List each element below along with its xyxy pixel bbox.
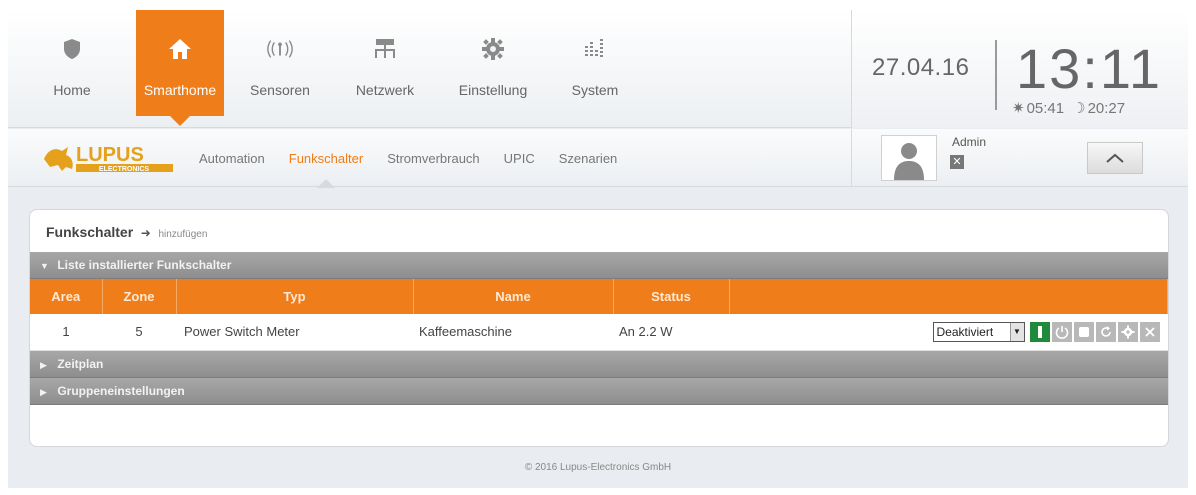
sunrise-time: 05:41 bbox=[1026, 99, 1065, 117]
cell-actions: Deaktiviert ▼ bbox=[729, 314, 1168, 351]
section-group[interactable]: ▶ Gruppeneinstellungen bbox=[30, 377, 1168, 405]
clock-separator bbox=[995, 40, 997, 110]
nav-system[interactable]: System bbox=[552, 10, 638, 116]
nav-home[interactable]: Home bbox=[8, 10, 136, 116]
cell-typ: Power Switch Meter bbox=[176, 314, 413, 351]
switch-off-button[interactable] bbox=[1051, 321, 1072, 342]
lupus-logo[interactable]: LUPUS ELECTRONICS bbox=[42, 139, 177, 177]
chevron-up-icon bbox=[1106, 153, 1124, 163]
schedule-button[interactable] bbox=[1073, 321, 1094, 342]
user-bar: Admin ✕ bbox=[851, 129, 1188, 187]
section-list-label: Liste installierter Funkschalter bbox=[57, 258, 232, 272]
triangle-right-icon: ▶ bbox=[40, 386, 47, 397]
table-header-row: Area Zone Typ Name Status bbox=[30, 279, 1168, 314]
add-link[interactable]: hinzufügen bbox=[158, 229, 207, 240]
top-bar: Home Smarthome Sensoren Netzwerk Einstel… bbox=[8, 10, 1188, 128]
section-group-label: Gruppeneinstellungen bbox=[57, 383, 185, 398]
collapse-button[interactable] bbox=[1087, 142, 1143, 174]
network-icon bbox=[371, 34, 399, 64]
sunrise: ✷ 05:41 bbox=[1012, 99, 1065, 118]
nav-home-label: Home bbox=[53, 82, 91, 98]
nav-sensoren-label: Sensoren bbox=[250, 82, 310, 98]
settings-button[interactable] bbox=[1117, 321, 1138, 342]
arrow-right-icon: ➜ bbox=[140, 226, 151, 240]
main-panel: Funkschalter ➜ hinzufügen ▼ Liste instal… bbox=[29, 209, 1169, 447]
sub-nav: Automation Funkschalter Stromverbrauch U… bbox=[199, 151, 641, 188]
sunset-time: 20:27 bbox=[1087, 99, 1126, 117]
logo-text: LUPUS bbox=[76, 144, 144, 166]
main-nav: Home Smarthome Sensoren Netzwerk Einstel… bbox=[8, 10, 638, 128]
bar-chart-icon bbox=[581, 34, 609, 64]
current-time: 13:11 bbox=[1016, 37, 1162, 100]
switch-on-button[interactable] bbox=[1029, 321, 1050, 342]
sun-icon: ✷ bbox=[1012, 100, 1025, 117]
power-on-icon bbox=[1037, 325, 1042, 338]
avatar bbox=[881, 135, 937, 181]
panel-header: Funkschalter ➜ hinzufügen bbox=[30, 210, 1168, 252]
subnav-automation[interactable]: Automation bbox=[199, 151, 265, 166]
date-time-panel: 27.04.16 13:11 ✷ 05:41 ☽ 20:27 bbox=[851, 10, 1188, 128]
col-area[interactable]: Area bbox=[30, 279, 103, 314]
nav-einstellung[interactable]: Einstellung bbox=[434, 10, 552, 116]
house-icon bbox=[166, 34, 194, 64]
user-name: Admin bbox=[952, 135, 987, 149]
logout-icon[interactable]: ✕ bbox=[950, 155, 964, 169]
col-status[interactable]: Status bbox=[613, 279, 730, 314]
section-schedule[interactable]: ▶ Zeitplan bbox=[30, 350, 1168, 378]
moon-icon: ☽ bbox=[1072, 100, 1086, 117]
nav-netzwerk-label: Netzwerk bbox=[355, 82, 415, 98]
col-typ[interactable]: Typ bbox=[176, 279, 414, 314]
sunset: ☽ 20:27 bbox=[1072, 99, 1126, 118]
subnav-stromverbrauch[interactable]: Stromverbrauch bbox=[387, 151, 479, 166]
mode-select[interactable]: Deaktiviert ▼ bbox=[932, 321, 1025, 342]
cell-zone: 5 bbox=[102, 314, 176, 351]
subnav-szenarien[interactable]: Szenarien bbox=[559, 151, 618, 166]
nav-smarthome[interactable]: Smarthome bbox=[136, 10, 224, 126]
section-list[interactable]: ▼ Liste installierter Funkschalter bbox=[30, 252, 1168, 279]
sun-times: ✷ 05:41 ☽ 20:27 bbox=[1012, 99, 1126, 118]
section-schedule-label: Zeitplan bbox=[57, 356, 104, 371]
nav-smarthome-label: Smarthome bbox=[143, 82, 217, 98]
nav-einstellung-label: Einstellung bbox=[458, 82, 528, 98]
page-title: Funkschalter bbox=[46, 224, 134, 240]
shield-icon bbox=[58, 34, 86, 64]
gear-icon bbox=[479, 34, 507, 64]
nav-system-label: System bbox=[571, 82, 619, 98]
col-zone[interactable]: Zone bbox=[102, 279, 177, 314]
current-date: 27.04.16 bbox=[872, 54, 970, 81]
dropdown-arrow-icon: ▼ bbox=[1009, 322, 1024, 341]
nav-netzwerk[interactable]: Netzwerk bbox=[336, 10, 434, 116]
nav-sensoren[interactable]: Sensoren bbox=[224, 10, 336, 116]
footer: © 2016 Lupus-Electronics GmbH bbox=[524, 462, 672, 473]
cell-area: 1 bbox=[30, 314, 102, 351]
refresh-icon bbox=[1100, 325, 1111, 337]
cell-status: An 2.2 W bbox=[613, 314, 729, 351]
col-actions bbox=[729, 279, 1168, 314]
mode-select-value: Deaktiviert bbox=[936, 324, 994, 339]
delete-button[interactable] bbox=[1139, 321, 1160, 342]
cell-name: Kaffeemaschine bbox=[413, 314, 613, 351]
triangle-down-icon: ▼ bbox=[40, 261, 49, 271]
radio-waves-icon bbox=[266, 34, 294, 64]
app-frame: Home Smarthome Sensoren Netzwerk Einstel… bbox=[8, 10, 1188, 488]
subnav-funkschalter[interactable]: Funkschalter bbox=[289, 151, 363, 188]
switch-table: Area Zone Typ Name Status 1 5 Power Swit… bbox=[30, 279, 1168, 351]
logo-subtext: ELECTRONICS bbox=[99, 166, 150, 173]
sub-bar: LUPUS ELECTRONICS Automation Funkschalte… bbox=[8, 129, 851, 188]
refresh-button[interactable] bbox=[1095, 321, 1116, 342]
col-name[interactable]: Name bbox=[413, 279, 614, 314]
power-icon bbox=[1055, 325, 1068, 339]
user-icon bbox=[894, 143, 924, 180]
row-actions: Deaktiviert ▼ bbox=[932, 321, 1160, 342]
triangle-right-icon: ▶ bbox=[40, 359, 47, 370]
close-icon bbox=[1144, 327, 1155, 337]
gear-icon bbox=[1121, 325, 1134, 339]
table-row: 1 5 Power Switch Meter Kaffeemaschine An… bbox=[30, 314, 1168, 351]
square-icon bbox=[1078, 326, 1089, 337]
subnav-upic[interactable]: UPIC bbox=[504, 151, 535, 166]
